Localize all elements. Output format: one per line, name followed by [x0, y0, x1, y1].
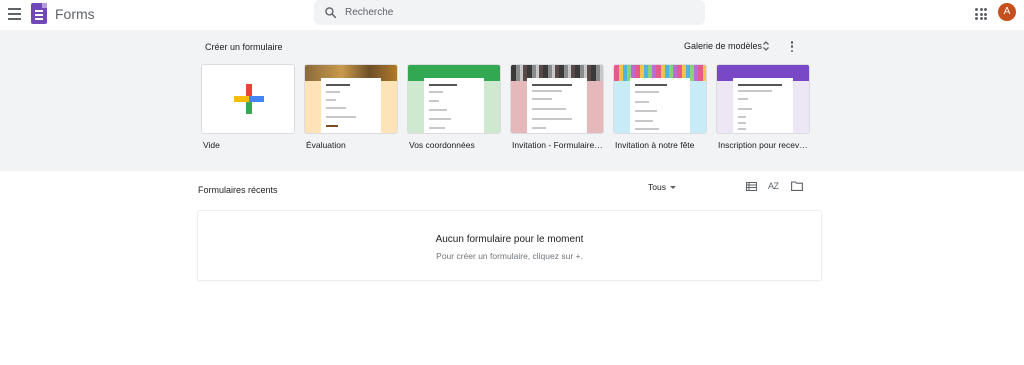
forms-logo-icon[interactable] [31, 3, 47, 24]
account-avatar[interactable]: A [998, 3, 1016, 21]
template-thumbnail[interactable] [407, 64, 501, 134]
template-blank[interactable]: Vide [201, 64, 295, 150]
hamburger-icon-line [8, 8, 21, 10]
hamburger-icon-line [8, 13, 21, 15]
main-menu-button[interactable] [6, 5, 24, 23]
template-label: Invitation à notre fête [615, 140, 695, 150]
sort-az-icon[interactable]: AZ [768, 181, 779, 191]
search-input[interactable] [345, 4, 685, 21]
folder-icon[interactable] [791, 181, 803, 191]
template-invitation-rsvp[interactable]: Invitation - Formulaire de réponse [510, 64, 604, 150]
template-label: Vos coordonnées [409, 140, 475, 150]
plus-icon [234, 96, 264, 102]
recent-forms-title: Formulaires récents [198, 185, 278, 195]
template-label: Vide [203, 140, 220, 150]
template-label: Invitation - Formulaire de réponse [512, 140, 604, 150]
template-thumbnail[interactable] [613, 64, 707, 134]
list-view-icon[interactable] [746, 182, 757, 191]
template-gallery: Créer un formulaire Galerie de modèles V… [0, 30, 1024, 171]
caret-down-icon [669, 186, 676, 190]
template-thumbnail[interactable] [510, 64, 604, 134]
hamburger-icon-line [8, 18, 21, 20]
owner-filter-label: Tous [648, 182, 666, 192]
template-thumbnail[interactable] [201, 64, 295, 134]
template-label: Inscription pour recevoir un t-shirt [718, 140, 810, 150]
empty-state-card: Aucun formulaire pour le moment Pour cré… [197, 210, 822, 281]
app-title[interactable]: Forms [55, 5, 95, 23]
unfold-icon[interactable] [762, 40, 770, 52]
template-contact-info[interactable]: Vos coordonnées [407, 64, 501, 150]
template-label: Évaluation [306, 140, 346, 150]
top-app-bar: Forms A [0, 0, 1024, 29]
apps-grid-icon[interactable] [975, 8, 987, 20]
template-gallery-button[interactable]: Galerie de modèles [684, 41, 762, 51]
template-party-invite[interactable]: Invitation à notre fête [613, 64, 707, 150]
empty-state-subtitle: Pour créer un formulaire, cliquez sur +. [436, 251, 583, 261]
gallery-title: Créer un formulaire [205, 42, 283, 52]
owner-filter-dropdown[interactable]: Tous [648, 182, 676, 192]
template-tshirt-signup[interactable]: Inscription pour recevoir un t-shirt [716, 64, 810, 150]
search-icon[interactable] [324, 6, 337, 19]
more-options-icon[interactable] [790, 41, 794, 52]
template-evaluation[interactable]: Évaluation [304, 64, 398, 150]
template-thumbnail[interactable] [304, 64, 398, 134]
search-bar[interactable] [314, 0, 705, 25]
template-thumbnail[interactable] [716, 64, 810, 134]
empty-state-title: Aucun formulaire pour le moment [435, 234, 584, 245]
